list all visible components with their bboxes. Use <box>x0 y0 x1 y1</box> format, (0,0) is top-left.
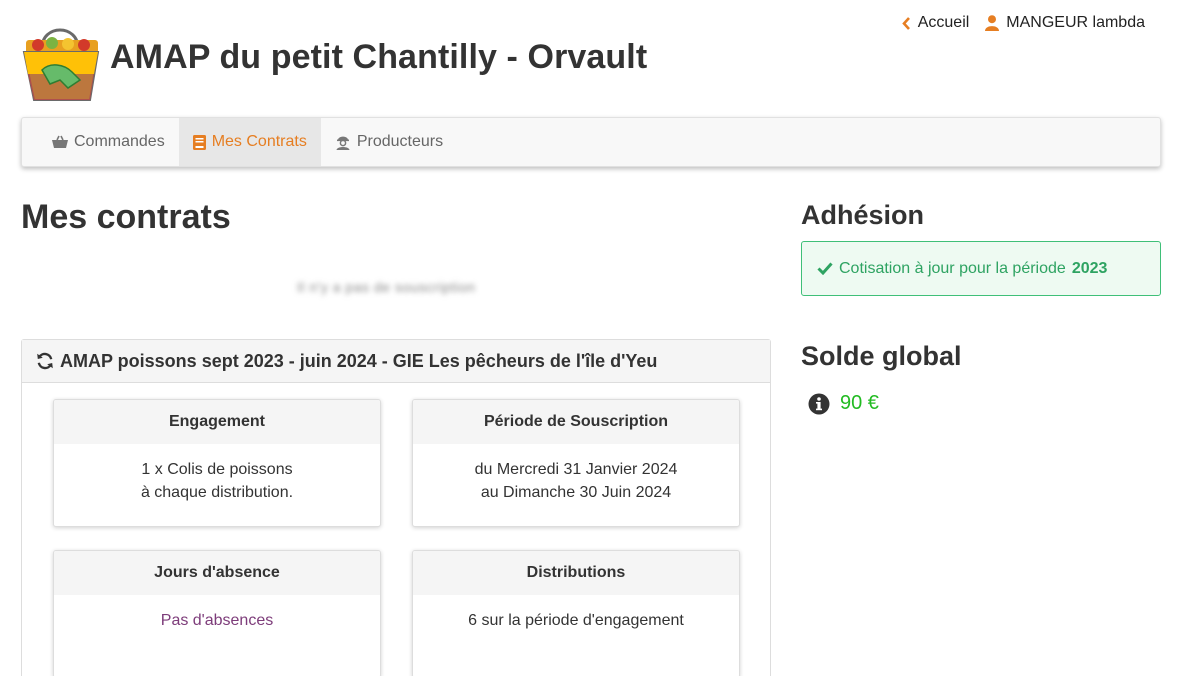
cotisation-text: Cotisation à jour pour la période <box>839 259 1066 277</box>
distributions-title: Distributions <box>413 551 739 595</box>
user-label: MANGEUR lambda <box>1006 14 1145 31</box>
nav-item-commandes[interactable]: Commandes <box>38 118 179 166</box>
engagement-line-2: à chaque distribution. <box>140 484 294 501</box>
engagement-title: Engagement <box>54 400 380 444</box>
contract-title: AMAP poissons sept 2023 - juin 2024 - GI… <box>60 350 658 371</box>
contract-panel: AMAP poissons sept 2023 - juin 2024 - GI… <box>21 339 771 676</box>
absences-box: Jours d'absence Pas d'absences <box>53 550 381 676</box>
user-icon <box>985 15 1000 31</box>
chevron-left-icon <box>901 16 910 30</box>
distributions-body: 6 sur la période d'engagement <box>413 595 739 632</box>
cotisation-year: 2023 <box>1071 259 1108 277</box>
absences-title: Jours d'absence <box>54 551 380 595</box>
basket-icon <box>52 135 68 148</box>
nav-label-mes-contrats: Mes Contrats <box>211 133 307 150</box>
periode-line-2: au Dimanche 30 Juin 2024 <box>480 484 672 501</box>
periode-body: du Mercredi 31 Janvier 2024 au Dimanche … <box>413 444 739 504</box>
distributions-value: 6 sur la période d'engagement <box>468 612 684 629</box>
accueil-label: Accueil <box>917 14 970 31</box>
info-icon[interactable] <box>808 393 830 415</box>
check-icon <box>817 262 833 275</box>
amap-logo[interactable] <box>20 18 102 104</box>
engagement-box: Engagement 1 x Colis de poissons à chaqu… <box>53 399 381 527</box>
producer-icon <box>336 136 350 150</box>
distributions-box: Distributions 6 sur la période d'engagem… <box>412 550 740 676</box>
nav-label-producteurs: Producteurs <box>356 133 444 150</box>
solde-value: 90 € <box>840 392 879 414</box>
cotisation-alert: Cotisation à jour pour la période 2023 <box>801 241 1161 296</box>
refresh-icon <box>37 352 53 370</box>
solde-title: Solde global <box>801 341 962 371</box>
contract-heading[interactable]: AMAP poissons sept 2023 - juin 2024 - GI… <box>22 340 770 383</box>
nav-item-producteurs[interactable]: Producteurs <box>321 118 457 166</box>
page-title: Mes contrats <box>21 198 231 236</box>
nav-label-commandes: Commandes <box>74 133 165 150</box>
engagement-body: 1 x Colis de poissons à chaque distribut… <box>54 444 380 504</box>
periode-box: Période de Souscription du Mercredi 31 J… <box>412 399 740 527</box>
absences-body: Pas d'absences <box>54 595 380 632</box>
main-navbar: Commandes Mes Contrats Producteurs <box>21 117 1161 167</box>
periode-line-1: du Mercredi 31 Janvier 2024 <box>474 461 678 478</box>
periode-title: Période de Souscription <box>413 400 739 444</box>
solde-row: 90 € <box>808 392 879 415</box>
top-links: Accueil MANGEUR lambda <box>901 14 1145 32</box>
absences-link[interactable]: Pas d'absences <box>54 609 380 632</box>
nav-item-mes-contrats[interactable]: Mes Contrats <box>178 118 321 166</box>
book-icon <box>192 134 206 150</box>
accueil-link[interactable]: Accueil <box>901 14 970 32</box>
engagement-line-1: 1 x Colis de poissons <box>141 461 293 478</box>
user-menu[interactable]: MANGEUR lambda <box>985 14 1145 32</box>
site-title: AMAP du petit Chantilly - Orvault <box>110 38 648 76</box>
adhesion-title: Adhésion <box>801 200 925 230</box>
blurred-message: Il n'y a pas de souscription <box>297 279 476 295</box>
basket-logo-icon <box>22 28 100 101</box>
